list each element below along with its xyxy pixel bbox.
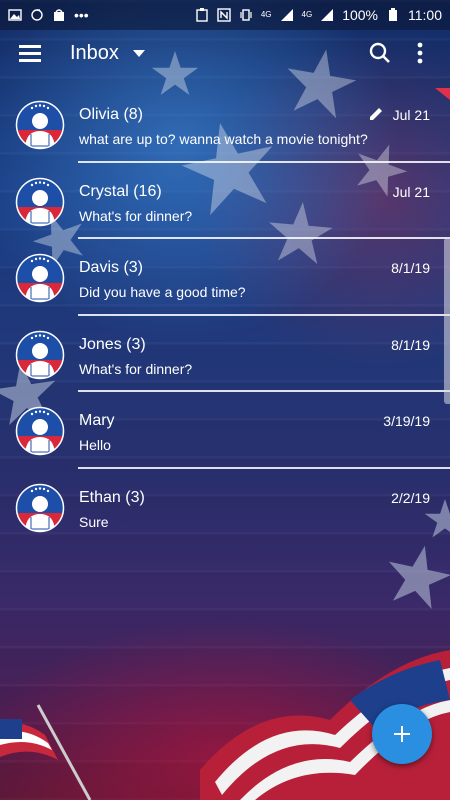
menu-button[interactable] xyxy=(10,33,50,73)
screenshot-icon xyxy=(196,8,208,22)
hamburger-menu-icon xyxy=(19,45,41,62)
nfc-icon xyxy=(217,8,231,22)
more-vertical-icon xyxy=(417,42,423,64)
avatar[interactable] xyxy=(15,406,65,456)
signal-icon-2 xyxy=(321,9,334,21)
search-icon xyxy=(369,42,390,63)
status-bar: ••• 4G 4G 100% 11:00 xyxy=(0,0,450,30)
pencil-draft-icon xyxy=(370,108,382,120)
more-notifications-icon: ••• xyxy=(74,7,89,23)
avatar[interactable] xyxy=(15,100,65,150)
message-date: Jul 21 xyxy=(392,183,430,200)
avatar[interactable] xyxy=(15,177,65,227)
message-snippet: Sure xyxy=(79,513,109,530)
avatar[interactable] xyxy=(15,330,65,380)
vibrate-icon xyxy=(240,9,252,21)
contact-name: Olivia (8) xyxy=(79,106,144,123)
message-snippet: What's for dinner? xyxy=(79,207,193,224)
network-type-1: 4G xyxy=(260,10,272,19)
contact-name: Davis (3) xyxy=(79,259,144,276)
contact-name: Ethan (3) xyxy=(79,488,145,506)
battery-percent: 100% xyxy=(342,7,378,23)
contact-name: Mary xyxy=(79,412,115,429)
shopping-bag-icon xyxy=(54,9,64,21)
plus-icon xyxy=(394,726,410,742)
image-notification-icon xyxy=(8,9,22,21)
conversation-row[interactable]: Ethan (3) Sure 2/2/19 xyxy=(0,469,450,546)
conversation-row[interactable]: Crystal (16) What's for dinner? Jul 21 xyxy=(0,163,450,239)
clock: 11:00 xyxy=(408,7,442,23)
conversation-row[interactable]: Mary Hello 3/19/19 xyxy=(0,392,450,469)
signal-icon-1 xyxy=(280,9,293,21)
message-snippet: what are up to? wanna watch a movie toni… xyxy=(79,131,368,147)
sync-notification-icon xyxy=(31,9,43,21)
message-date: 8/1/19 xyxy=(391,336,430,353)
message-date: 8/1/19 xyxy=(391,260,430,276)
message-snippet: Hello xyxy=(79,437,111,453)
scrollbar[interactable] xyxy=(444,238,450,404)
contact-name: Jones (3) xyxy=(79,335,146,353)
message-date: 2/2/19 xyxy=(391,489,430,506)
chevron-down-icon[interactable] xyxy=(132,49,145,57)
page-title[interactable]: Inbox xyxy=(70,42,119,65)
message-date: 3/19/19 xyxy=(383,413,430,429)
app-toolbar: Inbox xyxy=(0,30,450,76)
avatar[interactable] xyxy=(15,253,65,303)
conversation-row[interactable]: Jones (3) What's for dinner? 8/1/19 xyxy=(0,316,450,392)
network-type-2: 4G xyxy=(301,10,313,19)
conversation-list: Olivia (8) what are up to? wanna watch a… xyxy=(0,86,450,545)
message-date: Jul 21 xyxy=(392,107,430,123)
battery-icon xyxy=(389,8,397,21)
avatar[interactable] xyxy=(15,483,65,533)
contact-name: Crystal (16) xyxy=(79,182,162,200)
message-snippet: What's for dinner? xyxy=(79,360,193,377)
conversation-row[interactable]: Olivia (8) what are up to? wanna watch a… xyxy=(0,86,450,163)
compose-button[interactable] xyxy=(372,704,432,764)
search-button[interactable] xyxy=(360,33,400,73)
message-snippet: Did you have a good time? xyxy=(79,284,246,300)
conversation-row[interactable]: Davis (3) Did you have a good time? 8/1/… xyxy=(0,239,450,316)
overflow-menu-button[interactable] xyxy=(400,33,440,73)
